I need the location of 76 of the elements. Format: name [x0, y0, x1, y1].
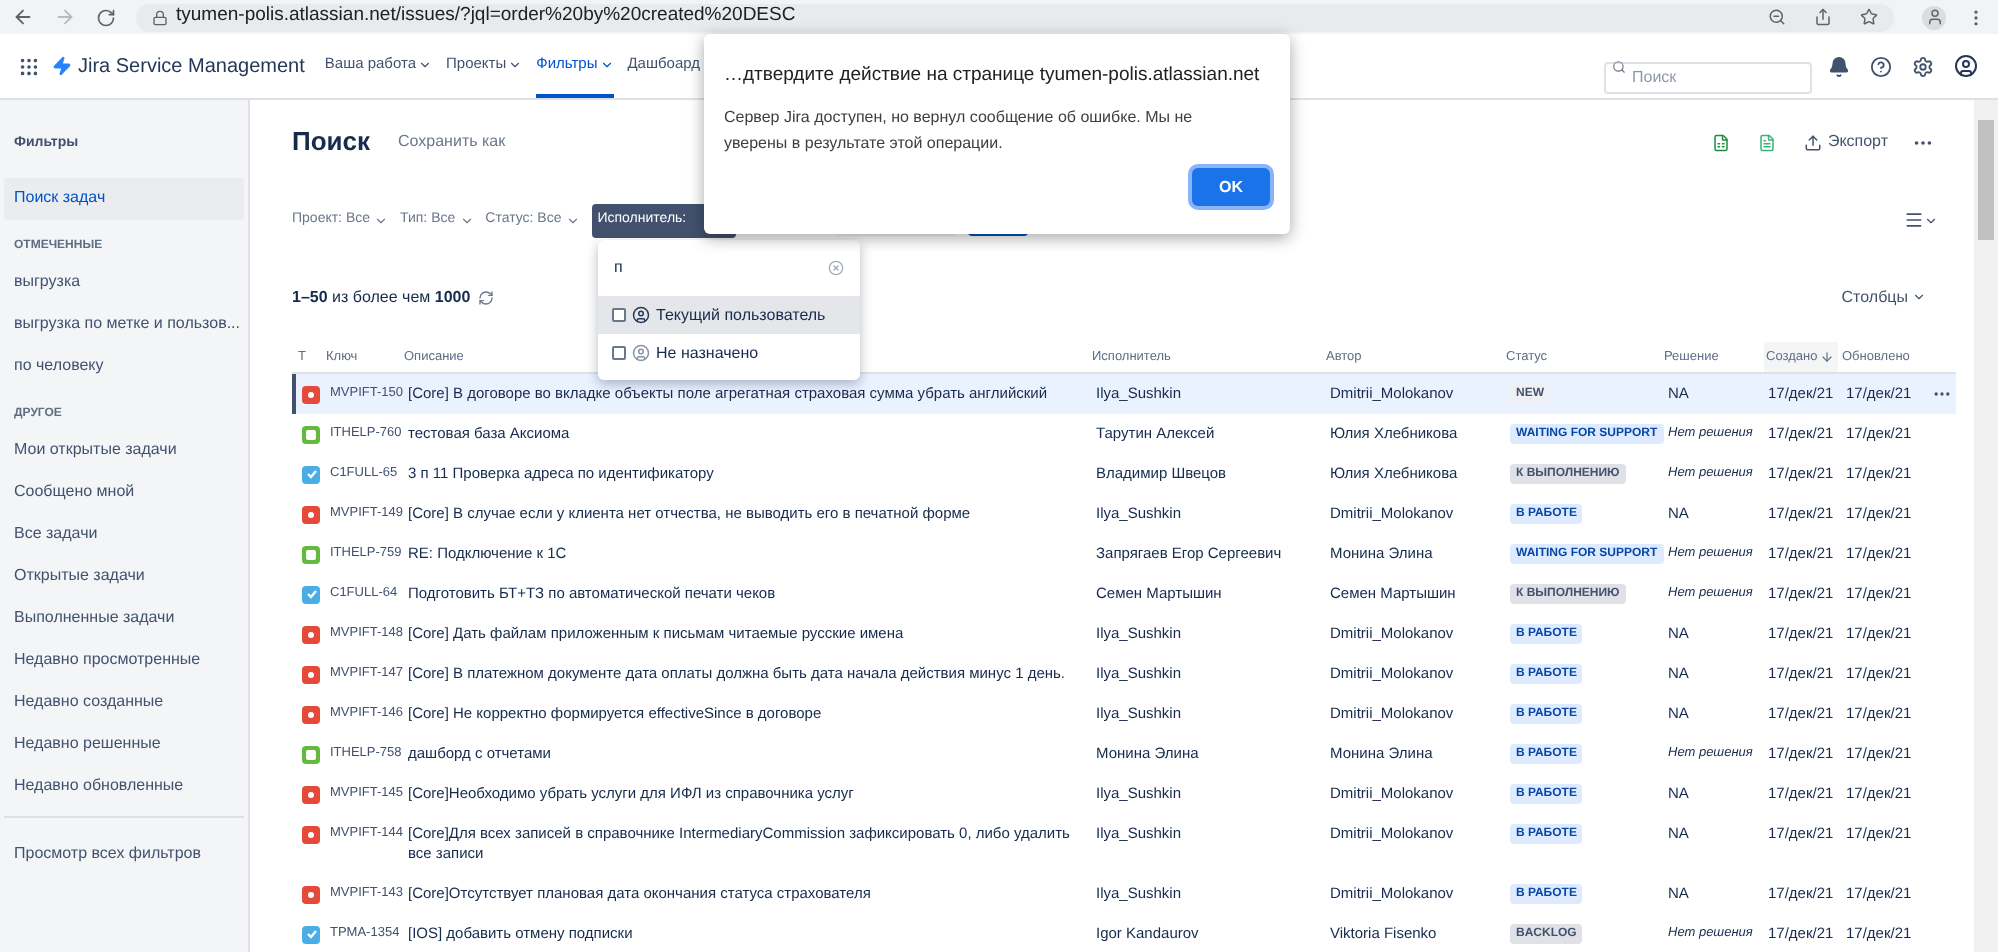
sidebar-item[interactable]: Все задачи — [4, 513, 244, 555]
bug-type-icon — [302, 825, 320, 843]
sidebar-item[interactable]: Выполненные задачи — [4, 597, 244, 639]
list-view-icon[interactable] — [1904, 210, 1938, 230]
url-text: tyumen-polis.atlassian.net/issues/?jql=order%20by%20created%20DESC — [176, 2, 796, 31]
sidebar-item[interactable]: Сообщено мной — [4, 471, 244, 513]
sidebar-item[interactable]: выгрузка — [4, 261, 244, 303]
sidebar-item[interactable]: Недавно обновленные — [4, 765, 244, 807]
sidebar-item[interactable]: выгрузка по метке и пользов... — [4, 303, 244, 345]
bug-type-icon — [302, 665, 320, 683]
caret-icon — [418, 57, 433, 71]
user-icon — [632, 306, 650, 324]
task-type-icon — [302, 465, 320, 483]
export-icon — [1803, 133, 1822, 151]
app-switcher-icon[interactable] — [18, 55, 40, 77]
checkbox[interactable] — [612, 346, 626, 360]
reload-icon[interactable] — [96, 7, 116, 27]
bug-type-icon — [302, 625, 320, 643]
results-count: 1–50 из более чем 1000 — [292, 285, 471, 309]
ok-button[interactable]: OK — [1192, 168, 1270, 207]
sidebar-item[interactable]: Открытые задачи — [4, 555, 244, 597]
notifications-icon[interactable] — [1828, 55, 1850, 77]
search-icon — [1612, 59, 1626, 73]
bookmark-star-icon[interactable] — [1860, 8, 1878, 26]
lightning-logo-icon — [52, 56, 72, 76]
option-label: Не назначено — [656, 341, 759, 365]
back-icon[interactable] — [12, 6, 34, 28]
task-type-icon — [302, 585, 320, 603]
story-type-icon — [302, 745, 320, 763]
dialog-title: …дтвердите действие на странице tyumen-polis.atlassian.net — [724, 62, 1262, 90]
checkbox[interactable] — [612, 308, 626, 322]
sidebar-item[interactable]: Недавно решенные — [4, 723, 244, 765]
story-type-icon — [302, 425, 320, 443]
bug-type-icon — [302, 785, 320, 803]
caret-icon — [1912, 290, 1926, 304]
sidebar-item[interactable]: Недавно просмотренные — [4, 639, 244, 681]
zoom-icon[interactable] — [1768, 8, 1786, 26]
spreadsheet-icon[interactable] — [1711, 133, 1730, 151]
product-name[interactable]: Jira Service Management — [78, 51, 305, 81]
sidebar-item[interactable]: Поиск задач — [4, 177, 244, 219]
share-icon[interactable] — [1814, 8, 1832, 26]
avatar-icon[interactable] — [1954, 54, 1978, 78]
search-field[interactable]: Поиск — [1604, 61, 1812, 93]
address-bar[interactable]: tyumen-polis.atlassian.net/issues/?jql=order%20by%20created%20DESC — [136, 3, 1894, 31]
user-icon — [632, 344, 650, 362]
assignee-search-field[interactable]: п — [614, 256, 828, 280]
assignee-option[interactable]: Не назначено — [598, 334, 860, 372]
task-type-icon — [302, 925, 320, 943]
settings-icon[interactable] — [1912, 55, 1934, 77]
bug-type-icon — [302, 705, 320, 723]
story-type-icon — [302, 545, 320, 563]
page-title: Поиск — [292, 124, 371, 161]
refresh-icon[interactable] — [478, 289, 495, 305]
bug-type-icon — [302, 385, 320, 403]
caret-icon — [459, 213, 474, 227]
sort-arrow-icon — [1819, 350, 1834, 364]
bug-type-icon — [302, 885, 320, 903]
caret-icon — [565, 213, 580, 227]
view-all-filters-link[interactable]: Просмотр всех фильтров — [4, 832, 211, 874]
sidebar-item[interactable]: по человеку — [4, 345, 244, 387]
caret-icon — [599, 57, 614, 71]
caret-icon — [508, 57, 523, 71]
caret-icon — [374, 213, 389, 227]
profile-icon[interactable] — [1922, 5, 1946, 29]
document-icon[interactable] — [1757, 133, 1776, 151]
columns-button[interactable]: Столбцы — [1841, 285, 1926, 309]
option-label: Текущий пользователь — [656, 303, 826, 327]
dialog-message: Сервер Jira доступен, но вернул сообщение об ошибке. Мы не уверены в результате этой операции. — [724, 106, 1195, 157]
help-icon[interactable] — [1870, 55, 1892, 77]
sidebar-item[interactable]: Мои открытые задачи — [4, 429, 244, 471]
sidebar-item[interactable]: Недавно созданные — [4, 681, 244, 723]
export-button[interactable]: Экспорт — [1803, 130, 1888, 154]
save-as-link[interactable]: Сохранить как — [398, 130, 506, 154]
assignee-option[interactable]: Текущий пользователь — [598, 296, 860, 334]
lock-icon — [152, 9, 168, 25]
bug-type-icon — [302, 505, 320, 523]
